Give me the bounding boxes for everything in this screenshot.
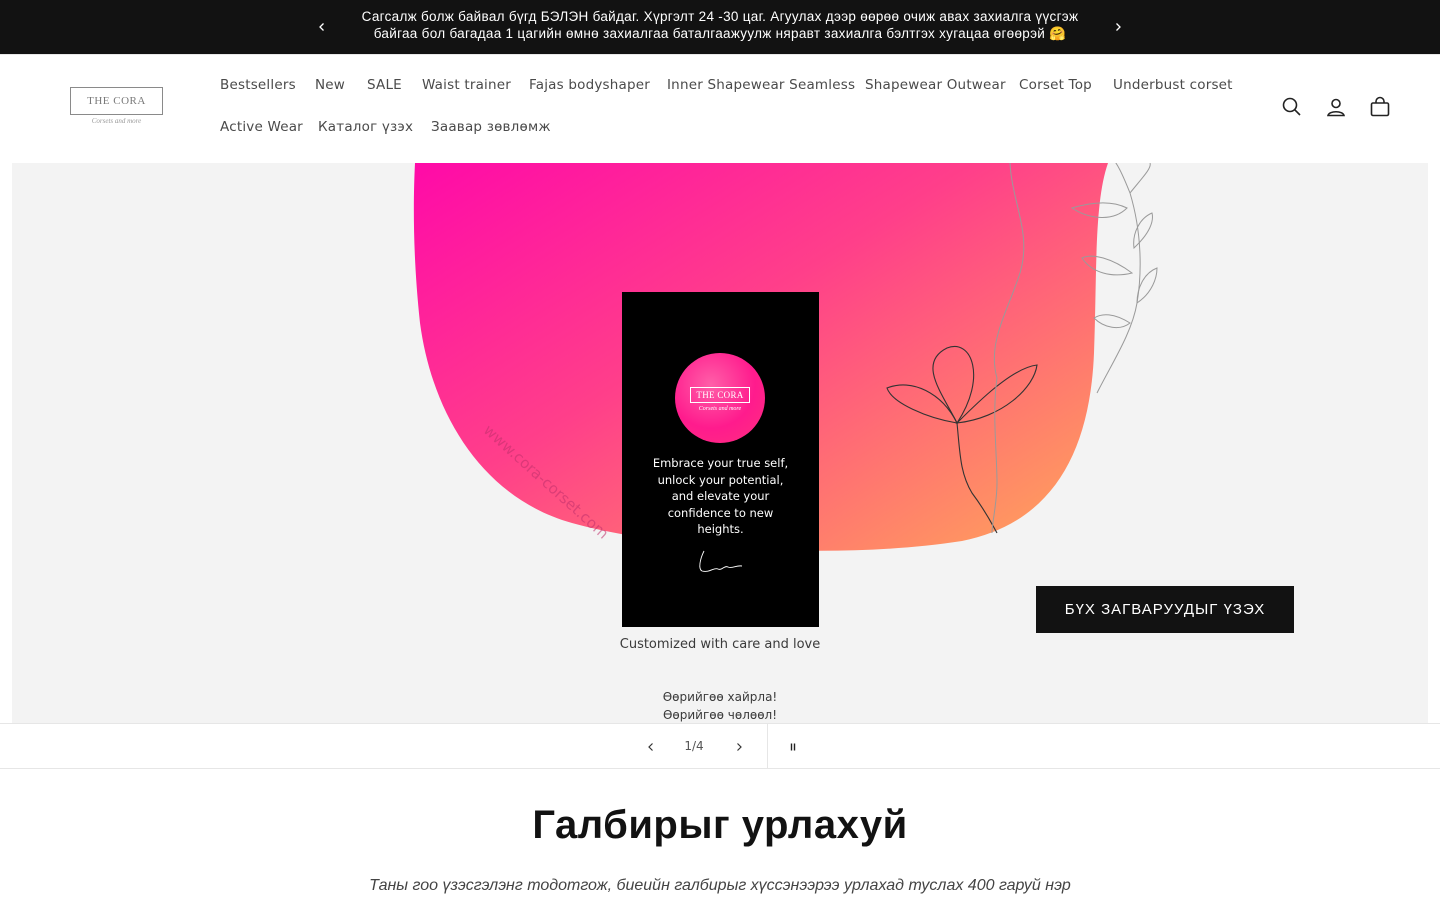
nav-guide[interactable]: Заавар зөвлөмж: [431, 119, 551, 135]
chevron-left-icon: [319, 23, 324, 31]
nav-corset-top[interactable]: Corset Top: [1019, 77, 1092, 93]
announcement-bar: Сагсалж болж байвал бүгд БЭЛЭН байдаг. Х…: [0, 0, 1440, 54]
slide-next-button[interactable]: [727, 735, 751, 759]
nav-active-wear[interactable]: Active Wear: [220, 119, 303, 135]
section-title: Галбирыг урлахуй: [532, 803, 908, 847]
hero-slideshow: www.cora-corset.com THE CORA Corsets and…: [12, 163, 1428, 723]
card-signature-image: [699, 550, 743, 572]
nav-sale[interactable]: SALE: [367, 77, 402, 93]
card-logo-tagline: Corsets and more: [698, 406, 742, 412]
nav-new[interactable]: New: [315, 77, 345, 93]
hero-caption: Customized with care and love: [619, 637, 821, 652]
pause-icon: [790, 743, 796, 751]
section-description: Таны гоо үзэсгэлэнг тодотгож, биеийн гал…: [369, 877, 1071, 894]
announcement-next-button[interactable]: [1107, 16, 1129, 38]
card-quote: Embrace your true self, unlock your pote…: [652, 456, 789, 536]
announcement-line-1: Сагсалж болж байвал бүгд БЭЛЭН байдаг. Х…: [361, 9, 1079, 24]
slide-prev-button[interactable]: [639, 735, 663, 759]
card-logo-box: THE CORA: [690, 387, 750, 403]
hero-slogan: Өөрийгөө хайрла! Өөрийгөө чөлөөл!: [572, 688, 868, 723]
view-all-products-button[interactable]: БҮХ ЗАГВАРУУДЫГ ҮЗЭХ: [1036, 586, 1294, 633]
slider-divider: [767, 724, 768, 768]
slide-counter: 1/4: [684, 739, 704, 753]
account-button[interactable]: [1324, 95, 1348, 119]
nav-catalog[interactable]: Каталог үзэх: [318, 119, 413, 135]
announcement-prev-button[interactable]: [311, 16, 333, 38]
logo-tagline: Corsets and more: [91, 117, 142, 125]
account-icon: [1327, 98, 1345, 117]
chevron-right-icon: [1116, 23, 1121, 31]
cart-icon: [1370, 96, 1390, 117]
card-logo-text: THE CORA: [696, 390, 744, 400]
card-logo-badge: THE CORA Corsets and more: [675, 353, 765, 443]
cart-button[interactable]: [1368, 95, 1392, 119]
nav-inner-shapewear[interactable]: Inner Shapewear Seamless: [667, 77, 855, 93]
announcement-line-2: байгаа бол багадаа 1 цагийн өмнө захиалг…: [373, 25, 1067, 41]
announcement-message: Сагсалж болж байвал бүгд БЭЛЭН байдаг. Х…: [340, 9, 1100, 42]
nav-shapewear-outwear[interactable]: Shapewear Outwear: [865, 77, 1006, 93]
logo-box: THE CORA: [70, 87, 163, 115]
site-header: THE CORA Corsets and more Bestsellers Ne…: [0, 54, 1440, 163]
nav-fajas-bodyshaper[interactable]: Fajas bodyshaper: [529, 77, 650, 93]
search-button[interactable]: [1280, 95, 1304, 119]
hero-slogan-line-1: Өөрийгөө хайрла!: [662, 690, 778, 704]
search-icon: [1282, 97, 1301, 116]
hero-slogan-line-2: Өөрийгөө чөлөөл!: [662, 708, 778, 722]
chevron-left-icon: [648, 743, 653, 751]
nav-bestsellers[interactable]: Bestsellers: [220, 77, 296, 93]
slide-pause-button[interactable]: [781, 735, 805, 759]
nav-underbust-corset[interactable]: Underbust corset: [1113, 77, 1233, 93]
slideshow-controls: 1/4: [0, 723, 1440, 769]
nav-waist-trainer[interactable]: Waist trainer: [422, 77, 511, 93]
logo-text: THE CORA: [87, 95, 146, 107]
hero-card: THE CORA Corsets and more Embrace your t…: [622, 292, 819, 627]
store-logo[interactable]: THE CORA Corsets and more: [70, 87, 163, 127]
chevron-right-icon: [737, 743, 742, 751]
